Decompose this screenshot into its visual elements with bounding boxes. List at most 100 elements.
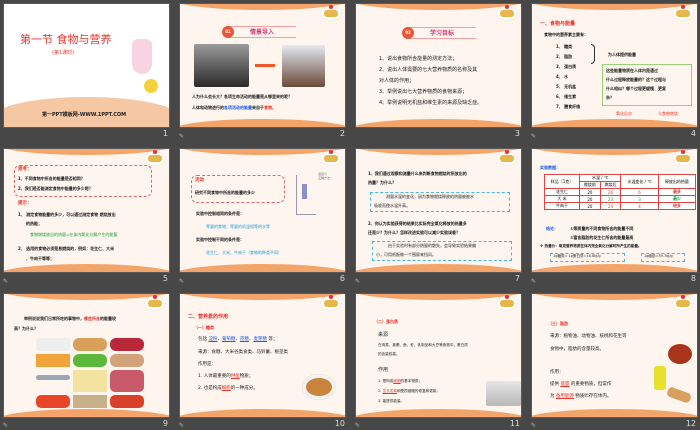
text-span: 物质贮存在体内。 [575, 394, 612, 399]
text-span: 生长发育 [382, 389, 397, 393]
berries-image [110, 338, 144, 351]
heat-value-definition: ❖ 热量价：每克营养物质在体内完全氧化分解时所产生的能量。 [540, 244, 642, 248]
source-text-cont: 食物中，脂肪的含量较高。 [550, 347, 604, 352]
slide-thumbnail-11[interactable]: （二）蛋白质 来源 在肉类、禽蛋、鱼、虾、乳制品和大豆等食物中，蛋白质 的含量较… [355, 293, 522, 418]
answer-2: 由于实验时有部分热量的散失，会导致实验结果偏 [388, 243, 476, 248]
text-span: 什么相似？哪个过程更缓慢、更复 [606, 86, 666, 91]
wave-bottom [532, 119, 697, 127]
wave-bottom [180, 409, 345, 417]
text-span: 备用能源 [555, 394, 574, 399]
slide-footer: 第一PPT模板网-WWW.1PPT.COM [42, 112, 127, 118]
slide-thumbnail-12[interactable]: （三）脂肪 来源：植物油、动物油、核桃和花生等 食物中，脂肪的含量较高。 作用：… [531, 293, 698, 418]
hyperlink-oxidation[interactable]: 氧化反应 [616, 111, 632, 117]
slide-thumbnail-2[interactable]: 01 情景导入 人为什么会长大？各项生命活动的能量是从哪里来的呢？ 人体和动物进… [179, 3, 346, 128]
notes-icon[interactable]: ✎ [179, 422, 184, 429]
table-cell: 20 [579, 195, 601, 203]
notes-icon[interactable]: ✎ [3, 278, 8, 285]
text-span: 样品（1克） 水温 / ℃ 水温变化 / ℃ 释放出的热量 [543, 174, 697, 189]
text-span: 人体和动物进行的 [192, 105, 224, 110]
text-span: 物质； [239, 374, 254, 379]
slide-thumbnail-5[interactable]: 思考： 1、不同食物中所含的能量是否相同？ 2、我们是否能测定食物中能量的多少呢… [3, 148, 170, 273]
notes-icon[interactable]: ✎ [531, 278, 536, 285]
wave-top [532, 294, 697, 300]
notes-icon[interactable]: ✎ [531, 422, 536, 429]
table-row: 牛肉干 20 24 4 较多 [543, 202, 697, 210]
table-cell: 3 [620, 195, 659, 203]
table-cell: 大 米 [543, 195, 581, 203]
text-span: 1. 人体最重要的 [198, 374, 231, 379]
cake-icon [673, 150, 693, 165]
text-span: 2. 也是构成 [198, 386, 222, 391]
wave-bottom [180, 264, 345, 272]
hyperlink-combustion[interactable]: 与食物燃烧 [658, 111, 678, 117]
slide-number: 12 [685, 419, 696, 428]
cake-icon [145, 295, 165, 310]
text-span: 杂？ [606, 95, 614, 100]
text-span: 7、 膳食纤维 [556, 104, 581, 109]
nutrient-list: 1、 糖类 2、 脂肪 3、 蛋白质 4、 水 5、 无机盐 6、 维生素 7、 膳食纤维 [556, 42, 580, 112]
slide-thumbnail-4[interactable]: 一、食物与能量 食物中的营养素主要有： 1、 糖类 2、 脂肪 3、 蛋白质 4、 水… [531, 3, 698, 128]
brace [591, 44, 595, 64]
text-span: 的基本物质； [400, 379, 423, 383]
think-label: 思考： [18, 167, 32, 172]
conclusion-1: ①等质量的不同食物所含的能量不同 [570, 226, 634, 231]
notes-icon[interactable]: ✎ [531, 133, 536, 140]
slide-thumbnail-1[interactable]: 第一节 食物与营养 (第1课时) 第一PPT模板网-WWW.1PPT.COM [3, 3, 170, 128]
includes-text: 包括 淀粉、葡萄糖、蔗糖、麦芽糖 等； [198, 337, 278, 342]
table-row: 大 米 20 23 3 最少 [543, 195, 697, 203]
butter-image [73, 369, 107, 393]
slide-title: 第一节 食物与营养 [20, 33, 112, 46]
text-span: 包括 [198, 337, 207, 342]
bread-image [73, 338, 107, 351]
notes-icon[interactable]: ✎ [3, 422, 8, 429]
activity-text: 研究不同食物中所含的能量的多少 [195, 190, 255, 195]
photo-children [194, 44, 249, 87]
text-span: 来自于 [252, 105, 264, 110]
answer-text: 人体和动物进行的各项活动的能量来自于食物。 [192, 105, 276, 111]
same-conditions-label: 实验中控制相同的条件是： [196, 211, 244, 216]
cake-icon [321, 5, 341, 20]
text-span: 样品（1克） 水温 / ℃ 水温变化 / ℃ 释放出的热量 燃烧前 燃烧后 花生仁 20 2… [543, 174, 697, 210]
notes-icon[interactable]: ✎ [355, 278, 360, 285]
text-span: 供能 [230, 374, 240, 379]
wave-bottom [532, 409, 697, 417]
cake-icon [497, 295, 517, 310]
cake-icon [673, 5, 693, 20]
slide-thumbnail-9[interactable]: 举例说说我们日常所吃的事物中，哪些所含的能量较 高？为什么？ [3, 293, 170, 418]
section-badge: 01 [222, 26, 234, 38]
role-1: 1. 人体最重要的供能物质； [198, 374, 253, 381]
objectives-list: 1、说出食物所含能量的测定方法； 2、说出人体需要的七大营养物质的名称及其 对人体的… [379, 54, 482, 109]
table-cell: 20 [579, 188, 601, 196]
hint-label: 提示： [18, 201, 32, 206]
source-text: 来源：植物油、动物油、核桃和花生等 [550, 334, 627, 339]
text-span: 麦芽糖 [253, 337, 267, 342]
peppers-image [36, 395, 70, 408]
crayfish-image [110, 395, 144, 408]
slide-thumbnail-7[interactable]: 1、我们通过观察和测量什么来判断食物燃烧时所放出的 热量？为什么？ 测量水温的变… [355, 148, 522, 273]
notes-icon[interactable]: ✎ [179, 133, 184, 140]
cake-icon [321, 295, 341, 310]
question-1: 1、我们通过观察和测量什么来判断食物燃烧时所放出的 [368, 171, 467, 176]
wave-top [532, 4, 697, 10]
notes-icon[interactable]: ✎ [355, 422, 360, 429]
cake-icon [145, 150, 165, 165]
diff-conditions-label: 实验中控制不同的条件是： [196, 237, 244, 242]
question-1-cont: 热量？为什么？ [368, 180, 396, 185]
apple-image [73, 353, 107, 367]
hint-2-cont: 、牛肉干等等； [26, 256, 54, 261]
table-header: 水温变化 / ℃ [620, 174, 659, 189]
slide-thumbnail-8[interactable]: 实验数据： 样品（1克） 水温 / ℃ 水温变化 / ℃ 释放出的热量 燃烧前 燃烧后 … [531, 148, 698, 273]
role-label: 作用 [378, 367, 389, 373]
slide-thumbnail-3[interactable]: 02 学习目标 1、说出食物所含能量的测定方法； 2、说出人体需要的七大营养物质的… [355, 3, 522, 128]
slide-thumbnail-10[interactable]: 二、营养素的作用 （一）糖类 包括 淀粉、葡萄糖、蔗糖、麦芽糖 等； 来源：食糖… [179, 293, 346, 418]
slide-number: 1 [162, 129, 168, 138]
wave-bottom [356, 119, 521, 127]
text-span: 3、举例说出七大营养物质的食物来源； [379, 89, 468, 95]
table-header: 释放出的热量 [657, 174, 697, 189]
slide-number: 4 [690, 129, 696, 138]
text-span: 细胞 [393, 379, 401, 383]
notes-icon[interactable]: ✎ [179, 278, 184, 285]
slide-thumbnail-6[interactable]: 活动 研究不同食物中所含的能量的多少 温度计 正确方法 实验中控制相同的条件是： … [179, 148, 346, 273]
formula-text: 食物燃烧放出的热量=在体内氧化分解产生的能量 [30, 232, 118, 237]
eggs-image [110, 353, 144, 367]
